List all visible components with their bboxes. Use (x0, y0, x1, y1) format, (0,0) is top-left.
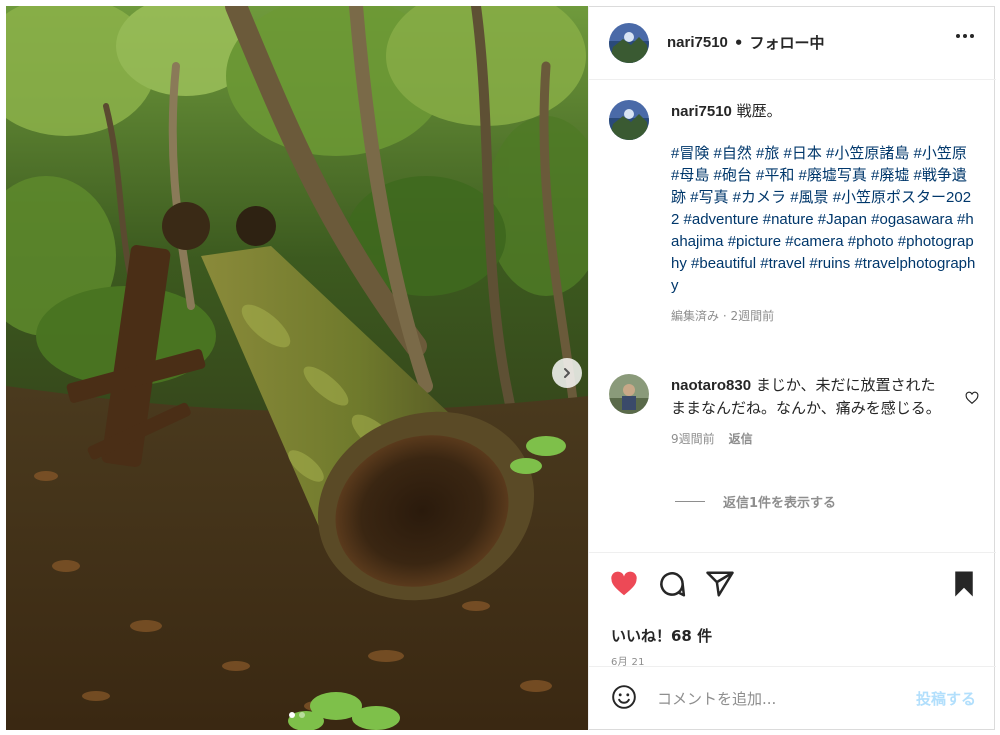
caption-meta: 編集済み · 2週間前 (671, 305, 979, 327)
photo-image (6, 6, 588, 730)
post-photo[interactable] (6, 6, 588, 730)
emoji-icon[interactable] (611, 684, 637, 714)
caption-hashtags[interactable]: #冒険 #自然 #旅 #日本 #小笠原諸島 #小笠原 #母島 #砲台 #平和 #… (671, 143, 979, 297)
carousel-dot-active (289, 712, 295, 718)
share-icon[interactable] (705, 569, 735, 603)
more-horizontal-icon (956, 34, 960, 38)
chevron-right-icon (561, 367, 573, 379)
comment-time[interactable]: 9週間前 (671, 428, 715, 451)
header-separator: • (733, 33, 744, 52)
carousel-dot (299, 712, 305, 718)
caption-text: 戦歴。 (736, 102, 782, 120)
post-actions: いいね！68 件 6月 21 (589, 552, 996, 668)
commenter-avatar[interactable] (609, 374, 649, 414)
author-username[interactable]: nari7510 (667, 34, 728, 51)
post-caption: nari7510 戦歴。 #冒険 #自然 #旅 #日本 #小笠原諸島 #小笠原 … (609, 100, 979, 327)
comment-item: naotaro830 まじか、未だに放置されたままなんだね。なんか、痛みを感じる… (609, 374, 979, 451)
caption-username[interactable]: nari7510 (671, 103, 732, 120)
comment-meta: 9週間前 返信 (671, 428, 949, 451)
comment-form: 投稿する (589, 666, 996, 730)
caption-time[interactable]: 2週間前 (731, 309, 775, 323)
commenter-username[interactable]: naotaro830 (671, 377, 751, 394)
follow-status-button[interactable]: フォロー中 (749, 32, 824, 53)
caption-avatar[interactable] (609, 100, 649, 140)
heart-filled-icon[interactable] (609, 569, 639, 603)
post-header: nari7510 • フォロー中 (589, 6, 996, 80)
view-replies-button[interactable]: 返信1件を表示する (675, 492, 836, 511)
meta-separator: · (722, 309, 727, 323)
more-options-button[interactable] (956, 34, 974, 38)
more-dot (970, 34, 974, 38)
comment-input[interactable] (657, 689, 897, 708)
post-side-panel: nari7510 • フォロー中 nari7510 戦歴。 #冒険 #自然 #旅… (588, 6, 996, 730)
edited-label: 編集済み (671, 309, 720, 323)
likes-count[interactable]: いいね！68 件 (611, 625, 712, 646)
more-dot (963, 34, 967, 38)
bookmark-filled-icon[interactable] (951, 569, 977, 603)
comment-icon[interactable] (657, 569, 687, 603)
reply-button[interactable]: 返信 (729, 428, 753, 451)
carousel-next-button[interactable] (552, 358, 582, 388)
heart-outline-icon[interactable] (965, 390, 979, 409)
carousel-indicator (6, 712, 588, 718)
view-replies-label: 返信1件を表示する (723, 496, 837, 511)
post-comment-button[interactable]: 投稿する (916, 688, 976, 709)
author-avatar[interactable] (609, 22, 649, 63)
replies-line (675, 501, 705, 502)
